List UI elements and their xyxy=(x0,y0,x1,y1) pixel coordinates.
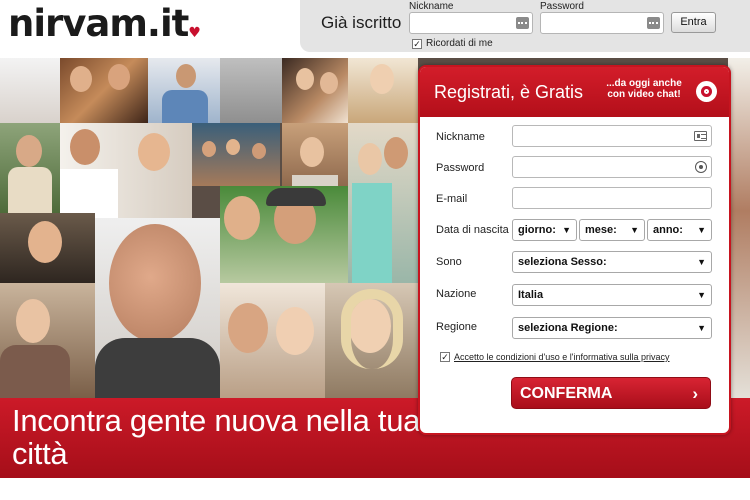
registration-panel: Registrati, è Gratis ...da oggi anche co… xyxy=(418,65,731,435)
nickname-label: Nickname xyxy=(436,131,485,143)
password-input[interactable] xyxy=(512,156,712,178)
birth-year-select[interactable]: anno: ▼ xyxy=(647,219,712,241)
key-icon xyxy=(647,17,660,29)
registration-title: Registrati, è Gratis xyxy=(434,82,584,102)
birthdate-label: Data di nascita xyxy=(436,224,509,236)
country-select[interactable]: Italia ▼ xyxy=(512,284,712,306)
login-box: Già iscritto Nickname Password Entra ✓ R… xyxy=(300,0,750,52)
id-card-icon xyxy=(694,131,707,141)
dropdown-arrow-icon: ▼ xyxy=(630,225,639,235)
chevron-right-icon: › xyxy=(692,384,698,403)
photo-tile xyxy=(60,123,192,218)
login-nickname-input[interactable] xyxy=(409,12,533,34)
birth-year-value: anno: xyxy=(653,224,683,236)
dropdown-arrow-icon: ▼ xyxy=(562,225,571,235)
region-value: seleziona Regione: xyxy=(518,322,618,334)
hero-slogan: Incontra gente nuova nella tua città xyxy=(12,403,421,471)
birth-month-value: mese: xyxy=(585,224,617,236)
dropdown-arrow-icon: ▼ xyxy=(697,290,706,300)
login-button[interactable]: Entra xyxy=(671,12,716,33)
birth-day-value: giorno: xyxy=(518,224,556,236)
photo-tile xyxy=(95,218,220,398)
gender-select[interactable]: seleziona Sesso: ▼ xyxy=(512,251,712,273)
photo-tile xyxy=(0,213,95,283)
birth-month-select[interactable]: mese: ▼ xyxy=(579,219,645,241)
video-chat-note: ...da oggi anche con video chat! xyxy=(606,78,682,100)
login-title: Già iscritto xyxy=(321,13,402,32)
birth-day-select[interactable]: giorno: ▼ xyxy=(512,219,577,241)
photo-tile xyxy=(148,58,220,123)
header: nirvam.it♥ Già iscritto Nickname Passwor… xyxy=(0,0,750,58)
photo-tile xyxy=(0,58,60,123)
photo-tile xyxy=(348,58,418,123)
gender-value: seleziona Sesso: xyxy=(518,256,607,268)
dropdown-arrow-icon: ▼ xyxy=(697,225,706,235)
heart-icon: ♥ xyxy=(188,25,201,41)
remember-label: Ricordati di me xyxy=(426,38,493,49)
login-password-label: Password xyxy=(540,1,584,12)
password-icon xyxy=(695,161,707,173)
photo-tile xyxy=(728,58,750,398)
terms-checkbox[interactable]: ✓ xyxy=(440,352,450,362)
password-label: Password xyxy=(436,162,485,174)
confirm-label: CONFERMA xyxy=(520,385,613,402)
dropdown-arrow-icon: ▼ xyxy=(697,257,706,267)
region-select[interactable]: seleziona Regione: ▼ xyxy=(512,317,712,339)
terms-link[interactable]: Accetto le condizioni d'uso e l'informat… xyxy=(454,352,670,362)
registration-header: Registrati, è Gratis ...da oggi anche co… xyxy=(420,67,729,117)
page-footer-space xyxy=(0,478,750,500)
photo-tile xyxy=(348,123,418,283)
gender-label: Sono xyxy=(436,256,462,268)
login-nickname-label: Nickname xyxy=(409,1,454,12)
photo-tile xyxy=(192,123,280,186)
logo-suffix: .it xyxy=(146,2,189,45)
nickname-input[interactable] xyxy=(512,125,712,147)
country-label: Nazione xyxy=(436,288,477,300)
photo-tile xyxy=(60,58,148,123)
country-value: Italia xyxy=(518,289,544,301)
logo-text: nirvam xyxy=(8,2,148,45)
logo[interactable]: nirvam.it♥ xyxy=(8,2,201,45)
confirm-button[interactable]: CONFERMA › xyxy=(511,377,711,409)
photo-tile xyxy=(220,58,282,123)
key-icon xyxy=(516,17,529,29)
webcam-icon xyxy=(696,81,717,102)
email-label: E-mail xyxy=(436,193,468,205)
login-password-input[interactable] xyxy=(540,12,664,34)
remember-me[interactable]: ✓ Ricordati di me xyxy=(412,38,493,49)
photo-tile xyxy=(0,283,95,398)
dropdown-arrow-icon: ▼ xyxy=(697,323,706,333)
photo-tile xyxy=(220,283,325,398)
remember-checkbox[interactable]: ✓ xyxy=(412,38,422,49)
photo-tile xyxy=(220,186,348,283)
photo-tile xyxy=(282,58,348,123)
photo-tile xyxy=(325,283,418,398)
page: nirvam.it♥ Già iscritto Nickname Passwor… xyxy=(0,0,750,500)
photo-tile xyxy=(0,123,60,213)
email-input[interactable] xyxy=(512,187,712,209)
terms-consent[interactable]: ✓ Accetto le condizioni d'uso e l'inform… xyxy=(440,352,670,362)
region-label: Regione xyxy=(436,321,477,333)
